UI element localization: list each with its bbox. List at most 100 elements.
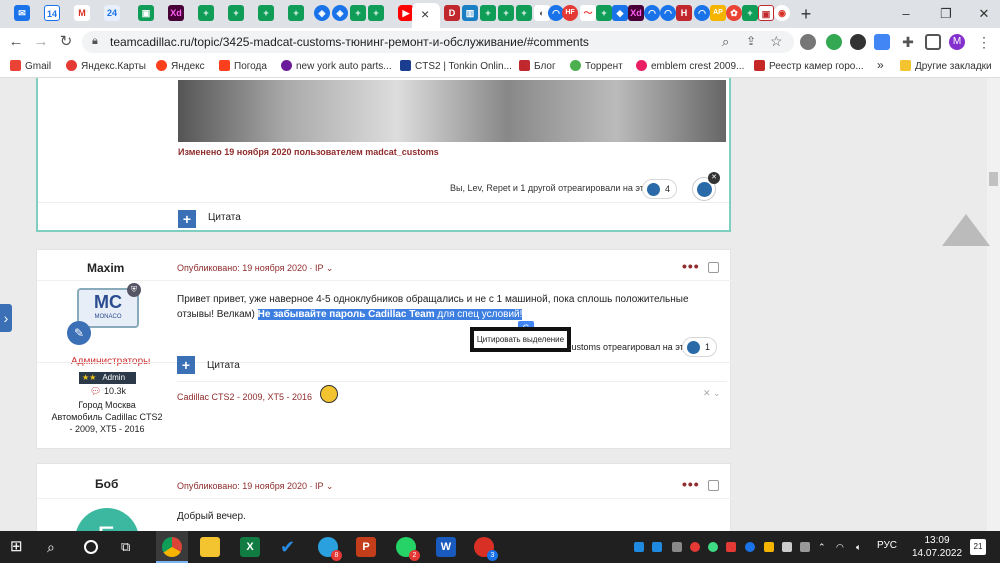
input-language[interactable]: РУС <box>877 540 897 551</box>
dropbox-tray-icon-2[interactable] <box>652 542 662 552</box>
bookmark-gmail[interactable]: Gmail <box>10 60 51 72</box>
like-button[interactable]: ✕ <box>692 172 720 201</box>
tab-icon-record[interactable]: ◉ <box>774 5 790 21</box>
tab-icon-app[interactable]: ▣ <box>138 5 154 21</box>
star-icon[interactable]: ☆ <box>770 33 783 50</box>
app-red-icon[interactable]: 3 <box>474 537 498 561</box>
tab-close-icon[interactable]: × <box>421 6 429 22</box>
tab-icon-yellow[interactable]: AP <box>710 5 726 21</box>
select-post-checkbox[interactable] <box>708 480 719 491</box>
notifications-icon[interactable]: 21 <box>970 539 986 555</box>
whatsapp-icon[interactable]: 2 <box>396 537 420 561</box>
bookmark-other[interactable]: Другие закладки <box>900 60 992 72</box>
reload-icon[interactable]: ↻ <box>56 32 76 52</box>
translate-icon[interactable] <box>874 34 890 50</box>
bookmarks-overflow[interactable]: » <box>877 58 884 72</box>
signature-hide-icon[interactable]: ✕ ⌄ <box>703 388 721 399</box>
tab-icon-blue-6[interactable]: ◠ <box>694 5 710 21</box>
wifi-icon[interactable]: ◠ <box>836 542 846 552</box>
author-name[interactable]: Боб <box>95 477 118 491</box>
tray-icon-blue[interactable] <box>745 542 755 552</box>
task-view-icon[interactable]: ⧉ <box>121 537 141 557</box>
tray-icon-green[interactable] <box>708 542 718 552</box>
quote-plus-button[interactable]: + <box>177 356 195 374</box>
scroll-top-icon[interactable] <box>942 214 990 246</box>
extension-green-icon[interactable] <box>826 34 842 50</box>
tray-icon-battery[interactable] <box>800 542 810 552</box>
new-tab-button[interactable]: + <box>796 4 816 24</box>
more-options-icon[interactable]: ••• <box>682 258 700 274</box>
tab-sheets-2[interactable]: + <box>228 5 244 21</box>
avatar[interactable]: Б <box>75 508 139 531</box>
tray-icon-grey[interactable] <box>672 542 682 552</box>
extension-globe-icon[interactable] <box>800 34 816 50</box>
menu-kebab-icon[interactable]: ⋮ <box>976 34 992 50</box>
bookmark-emblem-crest[interactable]: emblem crest 2009... <box>636 60 744 72</box>
extension-dark-icon[interactable] <box>850 34 866 50</box>
todo-icon[interactable]: ✔ <box>280 537 300 557</box>
minimize-button[interactable]: – <box>896 4 916 24</box>
telegram-icon[interactable]: 8 <box>318 537 342 561</box>
tab-sheets-5[interactable]: + <box>350 5 366 21</box>
tab-icon-blue-1[interactable]: ◈ <box>314 5 330 21</box>
powerpoint-icon[interactable]: P <box>356 537 376 557</box>
tab-h[interactable]: H <box>676 5 692 21</box>
share-icon[interactable]: ⇪ <box>746 34 756 48</box>
restore-button[interactable]: ❐ <box>936 4 956 24</box>
quote-button[interactable]: Цитата <box>208 212 241 223</box>
lock-icon[interactable]: 🔒︎ <box>92 35 98 48</box>
word-icon[interactable]: W <box>436 537 456 557</box>
tab-sheets-9[interactable]: + <box>516 5 532 21</box>
close-window-button[interactable]: ✕ <box>974 4 994 24</box>
more-options-icon[interactable]: ••• <box>682 476 700 492</box>
dropbox-tray-icon[interactable] <box>634 542 644 552</box>
tab-sheets-8[interactable]: + <box>498 5 514 21</box>
tab-sheets-7[interactable]: + <box>480 5 496 21</box>
published-date[interactable]: Опубликовано: 19 ноября 2020 · IP ⌄ <box>177 263 333 274</box>
quote-button[interactable]: Цитата <box>207 360 240 371</box>
bookmark-yandex[interactable]: Яндекс <box>156 60 205 72</box>
tab-icon-wave[interactable]: 〜 <box>580 5 596 21</box>
back-icon[interactable]: ← <box>6 32 26 52</box>
scrollbar-thumb[interactable] <box>989 172 998 186</box>
bookmark-weather[interactable]: Погода <box>219 60 267 72</box>
select-post-checkbox[interactable] <box>708 262 719 273</box>
quote-plus-button[interactable]: + <box>178 210 196 228</box>
quote-selection-tooltip[interactable]: Цитировать выделение <box>470 327 571 352</box>
tab-icon-multi[interactable]: ✿ <box>726 5 742 21</box>
address-bar[interactable]: 🔒︎ teamcadillac.ru/topic/3425-madcat-cus… <box>82 31 794 53</box>
extensions-puzzle-icon[interactable]: ✚ <box>900 34 916 50</box>
tab-icon-blue-2[interactable]: ◈ <box>332 5 348 21</box>
tab-icon-mail[interactable]: ✉ <box>14 5 30 21</box>
sidebar-toggle[interactable]: › <box>0 304 12 332</box>
tab-sheets-10[interactable]: + <box>596 5 612 21</box>
search-icon[interactable]: ⌕ <box>47 537 67 557</box>
tab-sheets-3[interactable]: + <box>258 5 274 21</box>
file-explorer-icon[interactable] <box>200 537 220 557</box>
remove-reaction-icon[interactable]: ✕ <box>708 172 720 184</box>
chevron-up-icon[interactable]: ⌃ <box>818 542 828 552</box>
scrollbar[interactable] <box>987 78 1000 531</box>
chrome-taskbar-button[interactable] <box>156 531 188 563</box>
bookmark-torrent[interactable]: Торрент <box>570 60 623 72</box>
bookmark-ny-auto-parts[interactable]: new york auto parts... <box>281 60 392 72</box>
tab-d[interactable]: D <box>444 5 460 21</box>
tab-sheets-1[interactable]: + <box>198 5 214 21</box>
tray-icon-light[interactable] <box>782 542 792 552</box>
excel-icon[interactable]: X <box>240 537 260 557</box>
bookmark-blog[interactable]: Блог <box>519 60 556 72</box>
tab-sheets-6[interactable]: + <box>368 5 384 21</box>
profile-avatar[interactable]: M <box>949 34 965 50</box>
tab-trello[interactable]: ▥ <box>462 5 478 21</box>
tray-icon-red[interactable] <box>690 542 700 552</box>
published-date[interactable]: Опубликовано: 19 ноября 2020 · IP ⌄ <box>177 481 333 492</box>
tab-calendar[interactable]: 14 <box>44 5 60 21</box>
tab-gmail[interactable]: M <box>74 5 90 21</box>
tab-xd[interactable]: Xd <box>168 5 184 21</box>
tab-sheets-4[interactable]: + <box>288 5 304 21</box>
tab-xd-2[interactable]: Xd <box>628 5 644 21</box>
search-icon[interactable]: ⌕ <box>722 34 729 50</box>
tab-sheets-11[interactable]: + <box>742 5 758 21</box>
tab-icon-red-square[interactable]: ▣ <box>758 5 774 21</box>
bookmark-cts2-tonkin[interactable]: CTS2 | Tonkin Onlin... <box>400 60 512 72</box>
